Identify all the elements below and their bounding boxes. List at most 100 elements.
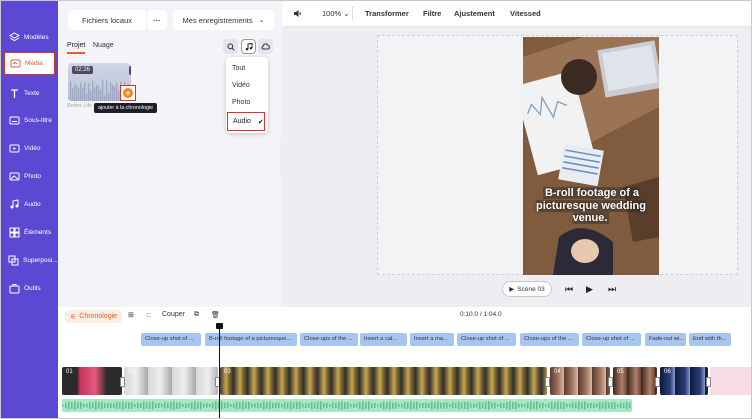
tab-cloud[interactable]: Nuage xyxy=(93,42,114,49)
audio-icon xyxy=(8,198,20,210)
scene-selector[interactable]: ▶ Scène 03 xyxy=(502,281,552,297)
video-clip[interactable]: 04 xyxy=(550,367,610,395)
tab-cloud-label: Nuage xyxy=(93,42,114,49)
dropdown-item-video[interactable]: Vidéo xyxy=(232,82,250,89)
adjust-button[interactable]: Ajustement xyxy=(454,9,495,18)
cloud-button[interactable] xyxy=(258,39,273,54)
sidebar-item-text[interactable]: Texte xyxy=(4,81,55,105)
recordings-label: Mes enregistrements xyxy=(182,15,253,25)
text-clip[interactable]: Fade-out wi... xyxy=(645,333,686,346)
sidebar-item-templates[interactable]: Modèles xyxy=(4,25,55,49)
local-files-button[interactable]: Fichiers locaux xyxy=(68,10,146,30)
timeline-icon: ⚟ xyxy=(70,313,77,321)
audio-waveform xyxy=(62,401,631,410)
duplicate-icon[interactable]: ⧉ xyxy=(194,311,199,319)
chevron-down-icon: ⌄ xyxy=(343,9,350,18)
check-icon: ✔ xyxy=(257,118,264,126)
transform-button[interactable]: Transformer xyxy=(365,9,409,18)
text-clip[interactable]: Close-up shot of ... xyxy=(457,333,516,346)
sidebar-item-subtitle[interactable]: Sous-titre xyxy=(4,108,55,132)
playhead-handle[interactable] xyxy=(216,323,223,329)
playhead[interactable] xyxy=(219,325,220,418)
timeline: Close-up shot of ... B-roll footage of a… xyxy=(58,323,751,418)
play-button[interactable]: ▶ xyxy=(586,284,593,295)
clip-trim-handle[interactable] xyxy=(655,377,660,387)
video-caption[interactable]: B-roll footage of a picturesque wedding … xyxy=(528,187,654,225)
toolbar-divider xyxy=(352,6,353,20)
clip-trim-handle[interactable] xyxy=(545,377,550,387)
caption-text: B-roll footage of a picturesque wedding … xyxy=(535,187,646,224)
clip-trim-handle[interactable] xyxy=(608,377,613,387)
text-clip[interactable]: Close-ups of the ... xyxy=(300,333,358,346)
add-track-icon[interactable]: ⊞ xyxy=(128,311,134,319)
clip-number: 04 xyxy=(554,369,561,375)
previous-button[interactable]: ⏮ xyxy=(565,284,573,295)
sidebar-item-label: Photo xyxy=(24,172,41,180)
volume-button[interactable] xyxy=(293,9,302,20)
video-clip-end[interactable] xyxy=(710,367,751,395)
dropdown-item-audio[interactable]: Audio ✔ xyxy=(227,112,265,131)
sidebar-item-label: Modèles xyxy=(24,33,49,41)
sidebar: Modèles Média Texte Sous-titre Vidéo Pho… xyxy=(1,1,58,418)
recordings-dropdown[interactable]: Mes enregistrements ⌄ xyxy=(173,10,274,30)
text-clip[interactable]: Insert a ma... xyxy=(410,333,454,346)
search-button[interactable] xyxy=(223,39,238,54)
clip-trim-handle[interactable] xyxy=(706,377,711,387)
video-clip[interactable]: 05 xyxy=(613,367,657,395)
video-clip[interactable]: 01 xyxy=(62,367,122,395)
sidebar-item-audio[interactable]: Audio xyxy=(4,192,55,216)
app-window: Modèles Média Texte Sous-titre Vidéo Pho… xyxy=(0,0,752,419)
sidebar-item-label: Éléments xyxy=(24,228,52,236)
zoom-dropdown[interactable]: 100% ⌄ xyxy=(322,9,350,18)
video-frame-image xyxy=(523,37,659,275)
sidebar-item-overlay[interactable]: Superposi... xyxy=(4,248,58,272)
dropdown-item-photo[interactable]: Photo xyxy=(232,99,250,106)
sidebar-item-photo[interactable]: Photo xyxy=(4,164,55,188)
cloud-icon xyxy=(261,43,270,50)
overlay-icon xyxy=(8,254,19,266)
text-clip[interactable]: Insert a cal... xyxy=(360,333,407,346)
split-icon[interactable]: ⊏ xyxy=(146,311,152,319)
clip-number: 03 xyxy=(224,369,231,375)
audio-filter-button[interactable] xyxy=(241,39,256,54)
dropdown-item-all[interactable]: Tout xyxy=(232,65,245,72)
chevron-down-icon: ⌄ xyxy=(258,17,265,24)
play-small-icon: ▶ xyxy=(509,286,515,293)
video-clip[interactable]: 02 xyxy=(124,367,218,395)
cut-button[interactable]: Couper xyxy=(162,311,185,318)
video-clip[interactable]: 06 xyxy=(660,367,708,395)
filter-button[interactable]: Filtre xyxy=(423,9,441,18)
clip-number: 01 xyxy=(66,369,73,375)
sidebar-item-media[interactable]: Média xyxy=(4,52,55,75)
add-to-timeline-button[interactable]: + xyxy=(120,85,136,101)
more-options-button[interactable]: ··· xyxy=(147,10,167,30)
plus-icon: + xyxy=(123,88,133,98)
text-clip[interactable]: End with th... xyxy=(689,333,731,346)
sidebar-item-elements[interactable]: Éléments xyxy=(4,220,55,244)
speed-button[interactable]: Vitessed xyxy=(510,9,541,18)
text-clip[interactable]: Close-up shot of ... xyxy=(141,333,201,346)
elements-icon xyxy=(8,226,20,238)
search-icon xyxy=(226,42,235,51)
video-icon xyxy=(8,142,20,154)
sidebar-item-video[interactable]: Vidéo xyxy=(4,136,55,160)
video-clip[interactable]: 03 xyxy=(220,367,547,395)
audio-track[interactable] xyxy=(62,399,632,412)
add-to-timeline-tooltip: ajouter à la chronologie xyxy=(94,103,158,113)
subtitle-icon xyxy=(8,114,20,126)
clip-number: 02 xyxy=(128,369,135,375)
timeline-toggle[interactable]: ⚟ Chronologie xyxy=(65,310,123,323)
sidebar-item-label: Audio xyxy=(24,200,41,208)
text-clip[interactable]: Close-ups of the ... xyxy=(520,333,579,346)
text-clip[interactable]: Close-up shot of ... xyxy=(582,333,641,346)
trash-icon[interactable] xyxy=(129,66,131,75)
tab-project[interactable]: Projet xyxy=(67,42,86,54)
more-icon: ··· xyxy=(153,15,161,25)
clip-trim-handle[interactable] xyxy=(120,377,125,387)
clip-number: 05 xyxy=(617,369,624,375)
video-preview[interactable]: B-roll footage of a picturesque wedding … xyxy=(523,37,659,275)
scene-label: Scène 03 xyxy=(517,285,545,293)
next-button[interactable]: ⏭ xyxy=(608,284,616,295)
sidebar-item-tools[interactable]: Outils xyxy=(4,276,55,300)
trash-icon[interactable]: 🗑 xyxy=(211,311,220,319)
